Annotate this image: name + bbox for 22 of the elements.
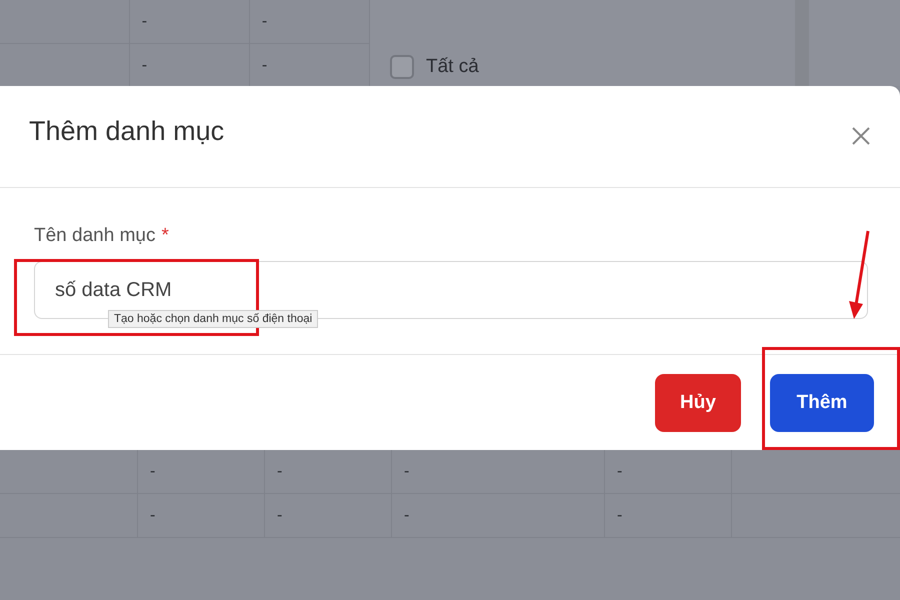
cancel-button[interactable]: Hủy <box>655 374 741 432</box>
scrollbar[interactable] <box>795 0 809 86</box>
table-cell: - <box>262 12 268 30</box>
table-cell: - <box>142 56 148 74</box>
table-cell: - <box>142 12 148 30</box>
table-cell: - <box>150 506 156 524</box>
add-button[interactable]: Thêm <box>770 374 874 432</box>
table-cell: - <box>617 462 622 480</box>
table-cell: - <box>277 506 282 524</box>
table-cell: - <box>262 56 268 74</box>
close-icon[interactable] <box>852 126 870 144</box>
table-cell: - <box>404 462 410 480</box>
table-cell: - <box>150 462 156 480</box>
checkbox[interactable] <box>390 55 414 79</box>
table-cell: - <box>617 506 622 524</box>
required-asterisk: * <box>161 225 169 246</box>
field-label: Tên danh mục <box>34 225 156 247</box>
table-cell: - <box>277 462 282 480</box>
dialog-title: Thêm danh mục <box>29 116 224 147</box>
checkbox-label: Tất cả <box>426 56 479 78</box>
tooltip: Tạo hoặc chọn danh mục số điện thoại <box>108 310 318 328</box>
table-cell: - <box>404 506 410 524</box>
